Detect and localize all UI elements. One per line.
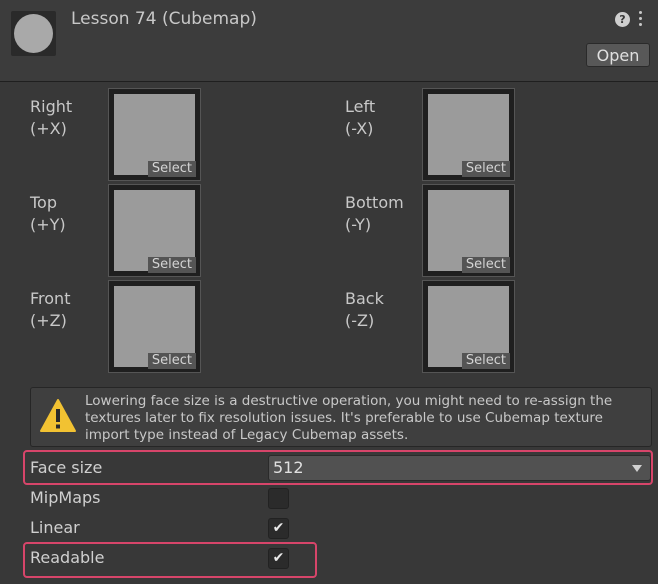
select-button[interactable]: Select [461,257,510,273]
face-slot-bottom[interactable]: Select [422,184,515,277]
face-size-highlight [23,450,653,485]
help-icon[interactable]: ? [615,12,630,27]
check-icon: ✔ [272,520,285,536]
face-slot-front[interactable]: Select [108,280,201,373]
warning-icon [40,399,76,432]
select-button[interactable]: Select [147,353,196,369]
linear-checkbox[interactable]: ✔ [268,518,289,539]
face-slot-left[interactable]: Select [422,88,515,181]
mipmaps-label: MipMaps [30,488,101,507]
face-label-back: Back (-Z) [345,289,384,330]
readable-highlight [23,542,317,578]
select-button[interactable]: Select [461,161,510,177]
face-slot-right[interactable]: Select [108,88,201,181]
cubemap-asset-icon [11,11,56,56]
linear-label: Linear [30,518,80,537]
open-button[interactable]: Open [586,43,650,67]
face-label-front: Front (+Z) [30,289,71,330]
asset-title: Lesson 74 (Cubemap) [71,9,257,29]
face-label-left: Left (-X) [345,97,376,138]
select-button[interactable]: Select [461,353,510,369]
face-label-right: Right (+X) [30,97,73,138]
face-slot-top[interactable]: Select [108,184,201,277]
warning-helpbox: Lowering face size is a destructive oper… [30,387,652,447]
face-label-bottom: Bottom (-Y) [345,193,404,234]
select-button[interactable]: Select [147,257,196,273]
face-label-top: Top (+Y) [30,193,66,234]
inspector-header: Lesson 74 (Cubemap) ? Open [0,0,658,82]
warning-text: Lowering face size is a destructive oper… [85,393,613,443]
face-slot-back[interactable]: Select [422,280,515,373]
select-button[interactable]: Select [147,161,196,177]
more-options-icon[interactable] [638,11,644,29]
mipmaps-checkbox[interactable] [268,488,289,509]
